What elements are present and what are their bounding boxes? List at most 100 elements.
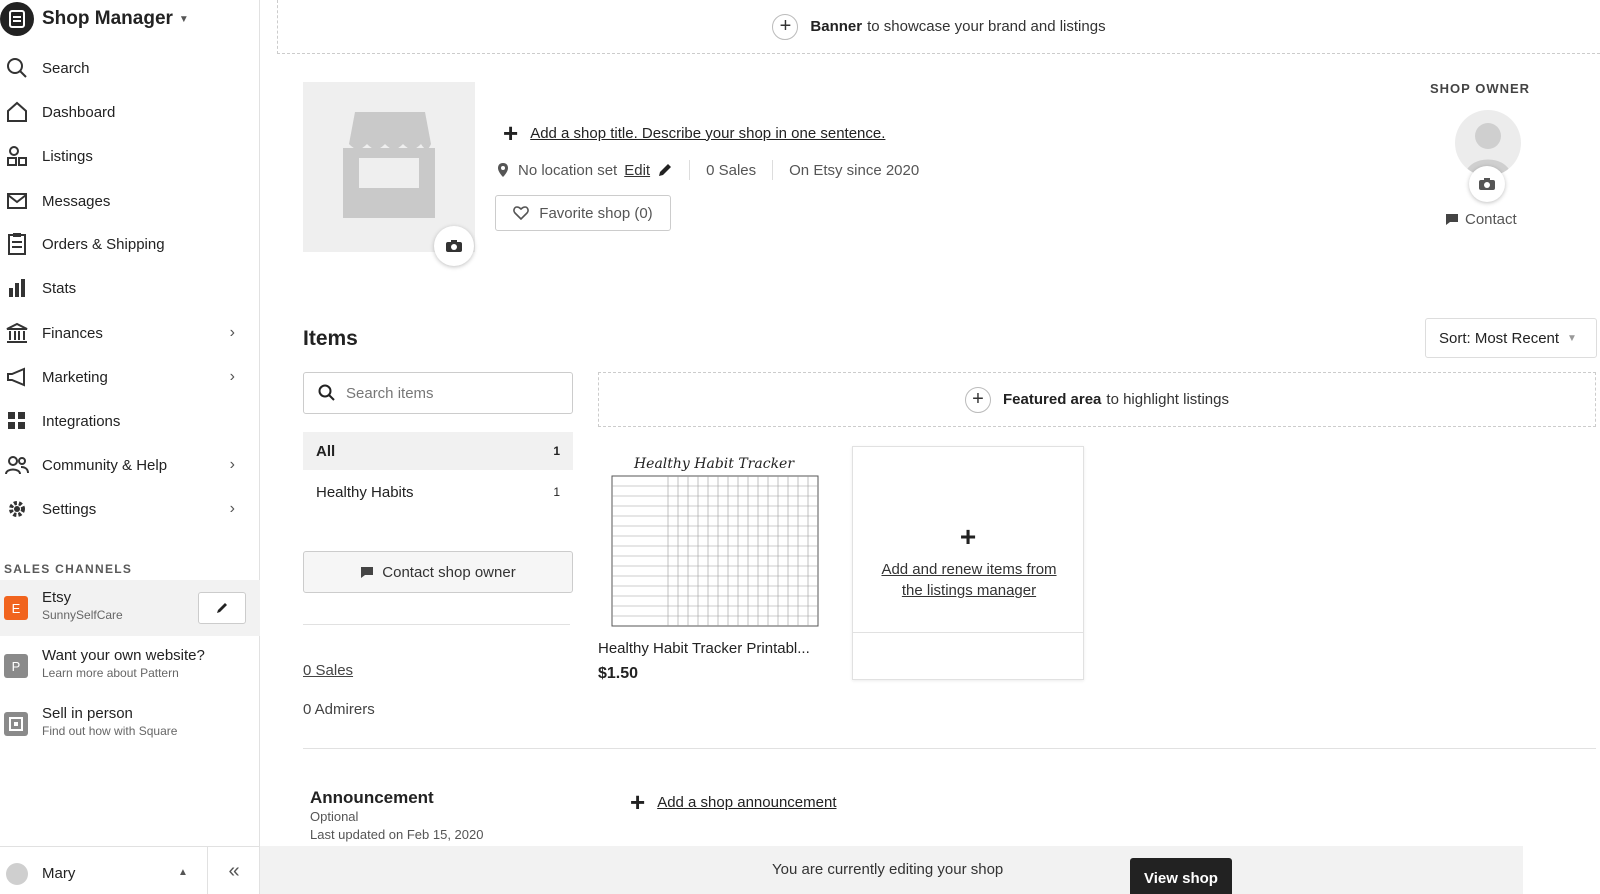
divider (303, 748, 1596, 749)
sidebar-item-label: Integrations (42, 412, 121, 430)
sidebar-item-messages[interactable]: Messages (0, 183, 255, 219)
category-label: All (316, 442, 336, 460)
featured-text: to highlight listings (1106, 391, 1229, 408)
listing-price: $1.50 (598, 665, 639, 682)
main-content: + Banner to showcase your brand and list… (260, 0, 1600, 894)
edit-location-link[interactable]: Edit (624, 162, 650, 179)
channel-name: Sell in person (42, 705, 133, 722)
grid-icon (0, 411, 34, 431)
category-count: 1 (553, 485, 560, 499)
channel-etsy[interactable]: E Etsy SunnySelfCare (0, 580, 260, 636)
announcement-heading: Announcement (310, 788, 434, 807)
add-shop-title-link[interactable]: Add a shop title. Describe your shop in … (530, 125, 885, 142)
sidebar-item-integrations[interactable]: Integrations (0, 403, 255, 439)
add-banner-button[interactable]: + Banner to showcase your brand and list… (277, 0, 1600, 54)
category-label: Healthy Habits (316, 483, 414, 501)
add-featured-area-button[interactable]: + Featured area to highlight listings (598, 372, 1596, 427)
add-announcement-link[interactable]: Add a shop announcement (657, 794, 836, 811)
add-announcement[interactable]: + Add a shop announcement (630, 789, 837, 815)
add-renew-items-link[interactable]: Add and renew items from the listings ma… (869, 559, 1069, 601)
shop-manager-title: Shop Manager (42, 8, 173, 29)
featured-strong: Featured area (1003, 391, 1102, 408)
plus-icon: + (965, 386, 992, 413)
sidebar-item-label: Settings (42, 500, 97, 518)
chevron-right-icon: › (229, 368, 235, 385)
change-owner-photo-button[interactable] (1469, 166, 1505, 202)
listing-title[interactable]: Healthy Habit Tracker Printabl... (598, 640, 830, 657)
people-icon (0, 455, 34, 475)
shop-manager-menu[interactable]: Shop Manager ▼ (0, 0, 189, 38)
add-renew-items-card[interactable]: + Add and renew items from the listings … (852, 446, 1084, 680)
category-all[interactable]: All 1 (303, 432, 573, 470)
add-shop-title[interactable]: + Add a shop title. Describe your shop i… (503, 120, 885, 146)
sidebar-item-marketing[interactable]: Marketing › (0, 359, 255, 395)
bank-icon (0, 322, 34, 344)
shop-manager-logo-icon (0, 2, 34, 36)
sort-dropdown[interactable]: Sort: Most Recent ▼ (1425, 318, 1597, 358)
sidebar-item-finances[interactable]: Finances › (0, 315, 255, 351)
sidebar-item-label: Listings (42, 147, 93, 165)
on-etsy-since: On Etsy since 2020 (789, 161, 920, 179)
divider (772, 160, 774, 180)
category-healthy-habits[interactable]: Healthy Habits 1 (303, 473, 573, 511)
banner-strong: Banner (810, 18, 863, 35)
contact-label: Contact (1465, 211, 1517, 228)
sidebar-item-orders-shipping[interactable]: Orders & Shipping (0, 226, 255, 262)
channel-pattern[interactable]: P Want your own website? Learn more abou… (0, 638, 260, 694)
user-menu[interactable]: Mary ▲ « (0, 846, 260, 894)
chevron-down-icon: ▼ (178, 13, 189, 25)
sidebar-item-settings[interactable]: Settings › (0, 491, 255, 527)
chevron-right-icon: › (229, 456, 235, 473)
avatar (6, 863, 28, 885)
sidebar-item-label: Community & Help (42, 456, 168, 474)
category-count: 1 (553, 444, 560, 458)
channel-square[interactable]: Sell in person Find out how with Square (0, 696, 260, 752)
pencil-icon[interactable] (657, 162, 673, 178)
view-shop-button[interactable]: View shop (1130, 858, 1232, 894)
sidebar: Shop Manager ▼ Search Dashboard Listings… (0, 0, 260, 894)
sidebar-item-search[interactable]: Search (0, 50, 255, 86)
chevron-up-icon: ▲ (178, 867, 188, 878)
heart-icon (513, 206, 530, 220)
sidebar-item-stats[interactable]: Stats (0, 270, 255, 306)
favorite-shop-button[interactable]: Favorite shop (0) (495, 195, 671, 231)
sidebar-item-label: Orders & Shipping (42, 235, 165, 253)
search-icon (318, 384, 335, 401)
listing-card[interactable]: Healthy Habit Tracker Healthy Habit Trac… (598, 446, 830, 683)
shop-owner-heading: SHOP OWNER (1430, 81, 1531, 96)
sidebar-item-listings[interactable]: Listings (0, 138, 255, 174)
plus-icon: + (503, 118, 519, 148)
camera-icon (1479, 178, 1495, 190)
change-shop-icon-button[interactable] (434, 226, 474, 266)
search-items-input[interactable]: Search items (303, 372, 573, 414)
contact-shop-owner-button[interactable]: Contact shop owner (303, 551, 573, 593)
bar-chart-icon (0, 278, 34, 298)
sidebar-item-dashboard[interactable]: Dashboard (0, 94, 255, 130)
sidebar-item-label: Finances (42, 324, 103, 342)
envelope-icon (0, 191, 34, 211)
plus-icon: + (772, 13, 799, 40)
sales-channels-heading: SALES CHANNELS (4, 562, 133, 576)
collapse-sidebar-button[interactable]: « (207, 847, 260, 894)
app: Shop Manager ▼ Search Dashboard Listings… (0, 0, 1600, 894)
sort-label: Sort: Most Recent (1439, 329, 1560, 347)
chevron-right-icon: › (229, 500, 235, 517)
divider (303, 624, 570, 625)
pattern-badge-icon: P (4, 654, 28, 678)
channel-name: Want your own website? (42, 647, 205, 664)
edit-channel-button[interactable] (198, 592, 246, 624)
sidebar-item-label: Messages (42, 192, 111, 210)
sales-link[interactable]: 0 Sales (303, 662, 353, 679)
contact-shop-owner-label: Contact shop owner (382, 563, 516, 581)
megaphone-icon (0, 367, 34, 387)
plus-icon: + (630, 787, 646, 817)
home-icon (0, 101, 34, 123)
contact-owner-link[interactable]: Contact (1445, 211, 1517, 228)
listing-thumbnail[interactable]: Healthy Habit Tracker (598, 446, 830, 632)
location-text: No location set (518, 161, 618, 179)
announcement-updated: Last updated on Feb 15, 2020 (310, 827, 484, 842)
sidebar-item-community-help[interactable]: Community & Help › (0, 447, 255, 483)
square-badge-icon (4, 712, 28, 736)
shop-sales-count: 0 Sales (706, 161, 757, 179)
gear-icon (0, 499, 34, 519)
